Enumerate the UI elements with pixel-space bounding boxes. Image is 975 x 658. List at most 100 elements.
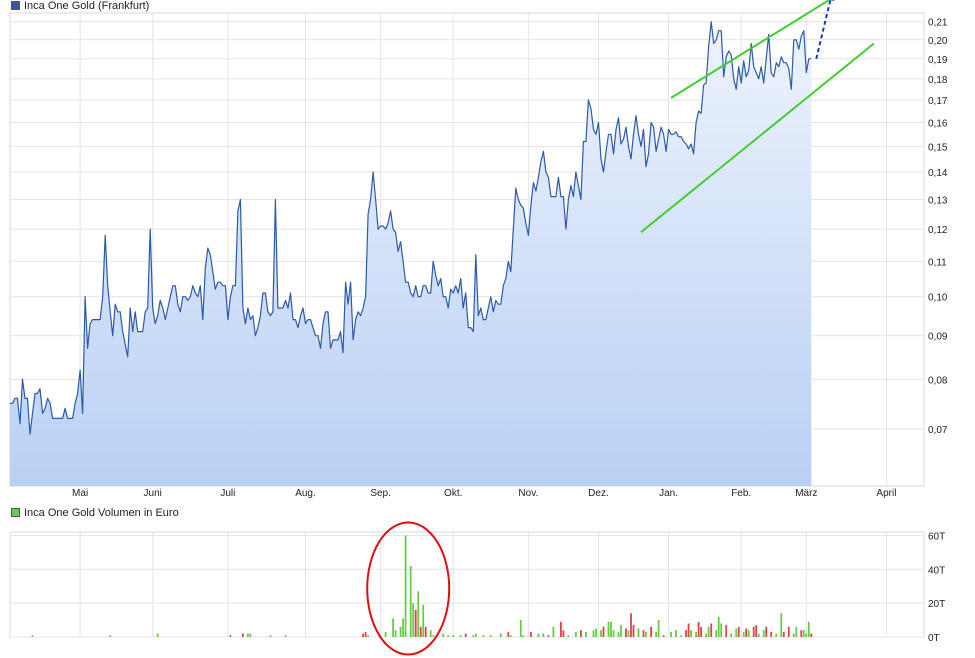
price-point bbox=[177, 304, 178, 305]
volume-bar bbox=[620, 625, 622, 637]
price-point bbox=[348, 304, 349, 305]
price-point bbox=[132, 331, 133, 332]
price-point bbox=[265, 292, 266, 293]
volume-bar bbox=[655, 631, 657, 637]
volume-bar bbox=[567, 635, 570, 637]
price-point bbox=[681, 136, 682, 137]
price-point bbox=[383, 225, 384, 226]
volume-bar bbox=[31, 635, 34, 637]
price-point bbox=[726, 56, 727, 57]
price-point bbox=[445, 296, 446, 297]
price-point bbox=[758, 78, 759, 79]
price-point bbox=[353, 339, 354, 340]
volume-axis: 0T 20T 40T 60T bbox=[928, 531, 945, 644]
month-tick-label: Aug. bbox=[295, 488, 316, 499]
price-point bbox=[563, 196, 564, 197]
price-point bbox=[385, 229, 386, 230]
price-point bbox=[207, 248, 208, 249]
price-point bbox=[528, 235, 529, 236]
price-point bbox=[117, 311, 118, 312]
volume-bar bbox=[562, 630, 565, 637]
volume-bar bbox=[507, 631, 510, 637]
volume-bar bbox=[362, 633, 364, 637]
price-point bbox=[410, 292, 411, 293]
price-point bbox=[530, 205, 531, 206]
price-tick-label: 0,21 bbox=[928, 18, 948, 29]
price-point bbox=[142, 331, 143, 332]
volume-bar bbox=[499, 633, 502, 637]
price-point bbox=[145, 311, 146, 312]
price-point bbox=[137, 331, 138, 332]
price-point bbox=[19, 423, 20, 424]
price-point bbox=[29, 434, 30, 435]
month-tick-label: April bbox=[876, 488, 896, 499]
price-point bbox=[628, 146, 629, 147]
price-tick-label: 0,19 bbox=[928, 55, 948, 66]
price-point bbox=[811, 58, 812, 59]
price-point bbox=[455, 285, 456, 286]
price-point bbox=[590, 108, 591, 109]
volume-bar bbox=[627, 630, 630, 637]
price-point bbox=[661, 127, 662, 128]
volume-bar bbox=[472, 635, 475, 637]
price-point bbox=[751, 43, 752, 44]
price-point bbox=[763, 82, 764, 83]
price-point bbox=[67, 418, 68, 419]
price-point bbox=[375, 199, 376, 200]
price-point bbox=[337, 339, 338, 340]
price-point bbox=[418, 296, 419, 297]
price-point bbox=[468, 327, 469, 328]
price-point bbox=[350, 282, 351, 283]
volume-bar bbox=[509, 635, 512, 637]
price-tick-label: 0,18 bbox=[928, 75, 948, 86]
price-point bbox=[676, 131, 677, 132]
price-point bbox=[317, 335, 318, 336]
volume-bar bbox=[409, 565, 412, 637]
price-point bbox=[27, 398, 28, 399]
price-point bbox=[420, 296, 421, 297]
price-point bbox=[550, 196, 551, 197]
price-point bbox=[711, 21, 712, 22]
volume-bar bbox=[530, 631, 532, 637]
chart-svg: 0,07 0,08 0,09 0,10 0,11 0,12 0,13 0,14 0,15 0,16… bbox=[9, 0, 948, 656]
volume-bar bbox=[600, 630, 602, 637]
price-point bbox=[475, 254, 476, 255]
price-point bbox=[656, 151, 657, 152]
price-point bbox=[77, 393, 78, 394]
price-point bbox=[370, 199, 371, 200]
price-point bbox=[290, 292, 291, 293]
volume-bar bbox=[392, 618, 394, 637]
price-point bbox=[773, 76, 774, 77]
price-point bbox=[97, 319, 98, 320]
price-point bbox=[643, 129, 644, 130]
price-point bbox=[786, 62, 787, 63]
price-point bbox=[70, 418, 71, 419]
price-tick-label: 0,15 bbox=[928, 142, 948, 153]
price-point bbox=[267, 311, 268, 312]
price-point bbox=[483, 319, 484, 320]
price-point bbox=[678, 136, 679, 137]
price-point bbox=[330, 348, 331, 349]
volume-bar bbox=[735, 628, 738, 637]
price-point bbox=[160, 300, 161, 301]
price-point bbox=[580, 199, 581, 200]
price-point bbox=[778, 66, 779, 67]
price-point bbox=[738, 66, 739, 67]
price-point bbox=[365, 296, 366, 297]
volume-bar bbox=[399, 626, 402, 637]
volume-bar bbox=[807, 621, 810, 637]
price-point bbox=[615, 129, 616, 130]
volume-bar bbox=[432, 635, 435, 637]
month-tick-label: Dez. bbox=[588, 488, 609, 499]
month-tick-label: März bbox=[795, 488, 817, 499]
price-point bbox=[275, 199, 276, 200]
price-point bbox=[345, 282, 346, 283]
price-point bbox=[603, 171, 604, 172]
price-point bbox=[453, 292, 454, 293]
price-point bbox=[297, 327, 298, 328]
price-point bbox=[120, 311, 121, 312]
price-point bbox=[701, 113, 702, 114]
price-point bbox=[175, 285, 176, 286]
price-point bbox=[230, 296, 231, 297]
volume-bar bbox=[585, 631, 587, 637]
